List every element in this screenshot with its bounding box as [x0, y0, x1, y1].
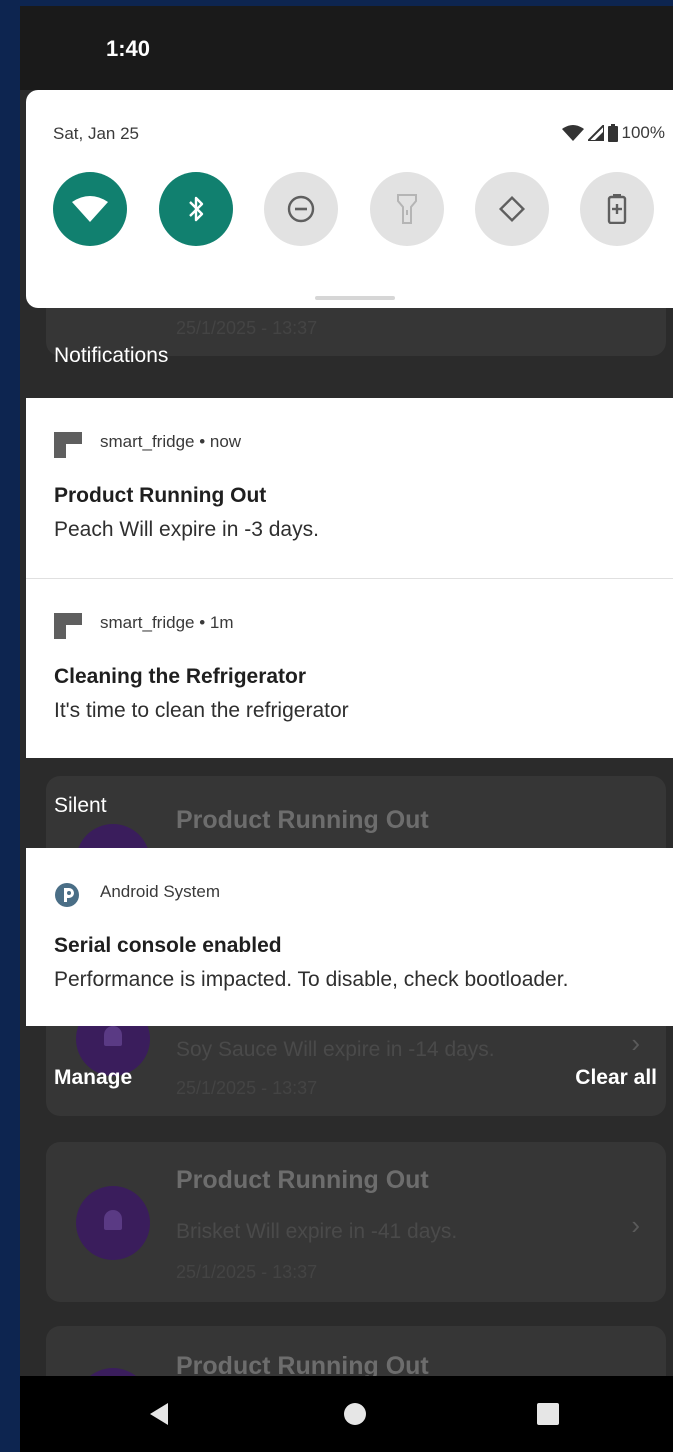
dnd-tile[interactable]: [264, 172, 338, 246]
wifi-signal-icon: [561, 125, 584, 141]
home-button[interactable]: [325, 1376, 385, 1452]
wifi-tile[interactable]: [53, 172, 127, 246]
bluetooth-icon: [189, 196, 204, 222]
notification-item[interactable]: smart_fridge • now Product Running Out P…: [26, 398, 673, 578]
rotate-icon: [498, 195, 526, 223]
chevron-right-icon: ›: [631, 1028, 640, 1058]
navigation-bar: [20, 1376, 673, 1452]
notification-text: It's time to clean the refrigerator: [54, 699, 349, 722]
home-icon: [344, 1403, 366, 1425]
background-card-text: Brisket Will expire in -41 days.: [176, 1220, 458, 1243]
bluetooth-tile[interactable]: [159, 172, 233, 246]
back-button[interactable]: [130, 1376, 190, 1452]
app-icon: [54, 432, 82, 458]
notification-app-name: smart_fridge • now: [100, 432, 242, 451]
back-icon: [150, 1403, 168, 1425]
background-card-title: Product Running Out: [176, 1166, 429, 1194]
battery-saver-icon: [607, 194, 627, 224]
app-icon: [54, 613, 82, 639]
background-card: Product Running Out Brisket Will expire …: [46, 1142, 666, 1302]
notification-title: Cleaning the Refrigerator: [54, 665, 307, 688]
notification-title: Product Running Out: [54, 484, 267, 507]
recents-button[interactable]: [518, 1376, 578, 1452]
notification-text: Peach Will expire in -3 days.: [54, 518, 319, 541]
clear-all-button[interactable]: Clear all: [575, 1066, 657, 1090]
cell-signal-icon: [587, 125, 604, 141]
background-card-title: Product Running Out: [176, 806, 429, 834]
wifi-icon: [72, 196, 108, 222]
phone-screen: 25/1/2025 - 13:37 Product Running Out So…: [20, 6, 673, 1452]
background-card-date: 25/1/2025 - 13:37: [176, 1078, 318, 1098]
do-not-disturb-icon: [287, 195, 315, 223]
battery-icon: [607, 124, 618, 142]
manage-button[interactable]: Manage: [54, 1066, 132, 1090]
chevron-right-icon: ›: [631, 1210, 640, 1240]
background-card-date: 25/1/2025 - 13:37: [176, 1262, 318, 1282]
battery-percent: 100%: [621, 123, 665, 142]
drag-handle[interactable]: [315, 296, 395, 300]
android-system-icon: [55, 883, 79, 907]
flashlight-tile[interactable]: [370, 172, 444, 246]
qs-date[interactable]: Sat, Jan 25: [53, 124, 139, 144]
silent-header: Silent: [54, 794, 107, 817]
qs-status-icons: 100%: [561, 123, 665, 143]
status-time: 1:40: [106, 36, 151, 61]
background-card-text: Soy Sauce Will expire in -14 days.: [176, 1038, 495, 1061]
bell-icon: [76, 1186, 150, 1260]
notification-text: Performance is impacted. To disable, che…: [54, 968, 569, 991]
status-bar: 1:40: [20, 6, 673, 90]
notification-app-name: Android System: [100, 882, 220, 901]
notification-item[interactable]: Android System Serial console enabled Pe…: [26, 848, 673, 1026]
notification-item[interactable]: smart_fridge • 1m Cleaning the Refrigera…: [26, 579, 673, 758]
battery-saver-tile[interactable]: [580, 172, 654, 246]
notifications-header: Notifications: [54, 344, 169, 367]
notification-title: Serial console enabled: [54, 934, 282, 957]
recents-icon: [537, 1403, 559, 1425]
notification-group: smart_fridge • now Product Running Out P…: [26, 398, 673, 758]
auto-rotate-tile[interactable]: [475, 172, 549, 246]
device-frame: 25/1/2025 - 13:37 Product Running Out So…: [0, 0, 673, 1452]
quick-settings-panel: Sat, Jan 25 100%: [26, 90, 673, 308]
flashlight-icon: [397, 194, 417, 224]
background-card-date: 25/1/2025 - 13:37: [176, 318, 318, 338]
notification-app-name: smart_fridge • 1m: [100, 613, 234, 632]
